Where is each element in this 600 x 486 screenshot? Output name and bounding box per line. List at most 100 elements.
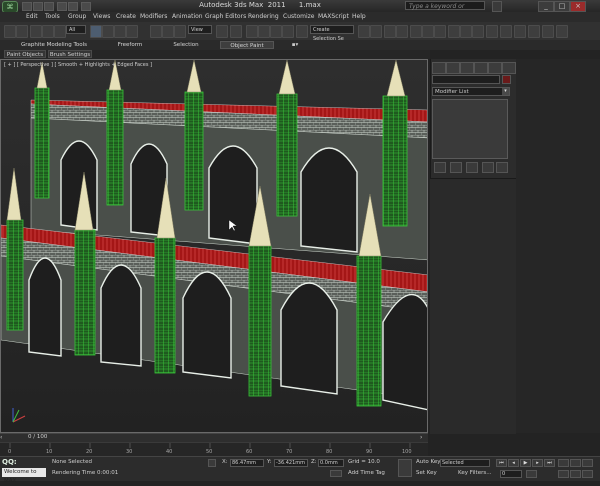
redo-toolbar-icon[interactable] <box>16 25 28 38</box>
schematic-view-icon[interactable] <box>422 25 434 38</box>
previous-frame-icon[interactable]: ◂ <box>508 459 519 467</box>
render-production-icon[interactable] <box>472 25 484 38</box>
align-icon[interactable] <box>370 25 382 38</box>
paint-objects-tab[interactable]: Paint Objects <box>4 50 46 58</box>
link-icon[interactable] <box>30 25 42 38</box>
menu-rendering[interactable]: Rendering <box>248 12 279 22</box>
show-end-result-icon[interactable] <box>450 162 462 173</box>
window-crossing-icon[interactable] <box>126 25 138 38</box>
remove-modifier-icon[interactable] <box>482 162 494 173</box>
rect-selection-icon[interactable] <box>114 25 126 38</box>
effects-icon[interactable] <box>528 25 540 38</box>
tab-selection[interactable]: Selection <box>166 41 206 49</box>
key-filters-button[interactable]: Key Filters... <box>458 470 491 476</box>
add-time-tag[interactable]: Add Time Tag <box>348 470 385 476</box>
edit-named-selection-icon[interactable] <box>296 25 308 38</box>
pivot-center-icon[interactable] <box>216 25 228 38</box>
viewport-label[interactable]: [ + ] [ Perspective ] [ Smooth + Highlig… <box>4 62 152 68</box>
lock-selection-icon[interactable] <box>208 459 216 467</box>
snaps-toggle-icon[interactable] <box>246 25 258 38</box>
percent-snap-icon[interactable] <box>270 25 282 38</box>
render-setup-icon[interactable] <box>448 25 460 38</box>
tab-object-paint[interactable]: Object Paint <box>220 41 274 49</box>
menu-animation[interactable]: Animation <box>172 12 203 22</box>
menu-tools[interactable]: Tools <box>45 12 60 22</box>
curve-editor-icon[interactable] <box>410 25 422 38</box>
close-button[interactable]: × <box>570 1 586 12</box>
prev-frame-icon[interactable]: ‹ <box>0 434 8 442</box>
go-to-end-icon[interactable]: ⏭ <box>544 459 555 467</box>
menu-edit[interactable]: Edit <box>26 12 38 22</box>
go-to-start-icon[interactable]: ⏮ <box>496 459 507 467</box>
modifier-list-dropdown[interactable]: Modifier List <box>432 87 510 96</box>
menu-customize[interactable]: Customize <box>283 12 315 22</box>
open-file-icon[interactable] <box>33 2 43 11</box>
set-key-button[interactable]: Set Key <box>416 470 437 476</box>
chevron-down-icon[interactable]: ▾ <box>502 88 509 95</box>
pin-stack-icon[interactable] <box>434 162 446 173</box>
menu-create[interactable]: Create <box>116 12 136 22</box>
z-coordinate-field[interactable]: 0.0mm <box>318 459 344 467</box>
video-post-icon[interactable] <box>542 25 554 38</box>
bind-space-warp-icon[interactable] <box>54 25 66 38</box>
x-coordinate-field[interactable]: 86.47mm <box>230 459 264 467</box>
rendered-frame-icon[interactable] <box>460 25 472 38</box>
brush-settings-tab[interactable]: Brush Settings <box>48 50 92 58</box>
project-folder-icon[interactable] <box>81 2 91 11</box>
select-by-name-icon[interactable] <box>102 25 114 38</box>
unlink-icon[interactable] <box>42 25 54 38</box>
search-input[interactable]: Type a keyword or phrase <box>405 1 485 19</box>
save-file-icon[interactable] <box>44 2 54 11</box>
reference-coordinate-dropdown[interactable]: View <box>188 25 212 34</box>
zoom-icon[interactable] <box>558 459 569 467</box>
menu-graph-editors[interactable]: Graph Editors <box>205 12 246 22</box>
selection-filter-dropdown[interactable]: All <box>66 25 86 34</box>
y-coordinate-field[interactable]: -36.421mm <box>274 459 308 467</box>
auto-key-button[interactable]: Auto Key <box>416 459 441 465</box>
time-slider-label[interactable]: 0 / 100 <box>28 434 47 440</box>
menu-maxscript[interactable]: MAXScript <box>318 12 349 22</box>
zoom-extents-icon[interactable] <box>558 470 569 478</box>
maximize-viewport-icon[interactable] <box>582 470 593 478</box>
set-key-icon[interactable] <box>398 459 412 477</box>
pan-view-icon[interactable] <box>570 459 581 467</box>
create-tab-icon[interactable] <box>432 62 446 74</box>
named-selection-dropdown[interactable]: Create Selection Se <box>310 25 354 42</box>
time-configuration-icon[interactable] <box>526 470 537 478</box>
next-key-icon[interactable]: ▸ <box>532 459 543 467</box>
key-mode-dropdown[interactable]: Selected <box>440 459 490 467</box>
menu-modifiers[interactable]: Modifiers <box>140 12 167 22</box>
angle-snap-icon[interactable] <box>258 25 270 38</box>
maxscript-listener[interactable]: Welcome to MAX <box>2 468 46 484</box>
teapot-render-icon[interactable] <box>556 25 568 38</box>
menu-views[interactable]: Views <box>93 12 110 22</box>
environment-icon[interactable] <box>514 25 526 38</box>
object-name-field[interactable] <box>432 75 500 84</box>
ribbon-options-icon[interactable]: ▪▾ <box>288 41 302 49</box>
layer-manager-icon[interactable] <box>384 25 396 38</box>
undo-icon[interactable] <box>57 2 67 11</box>
rotate-icon[interactable] <box>162 25 174 38</box>
tab-graphite-modeling-tools[interactable]: Graphite Modeling Tools <box>18 41 90 49</box>
mirror-icon[interactable] <box>358 25 370 38</box>
modify-tab-icon[interactable] <box>446 62 460 74</box>
scale-icon[interactable] <box>174 25 186 38</box>
redo-icon[interactable] <box>68 2 78 11</box>
tab-freeform[interactable]: Freeform <box>110 41 150 49</box>
perspective-viewport[interactable]: [ + ] [ Perspective ] [ Smooth + Highlig… <box>0 59 428 433</box>
time-tag-icon[interactable] <box>330 470 342 477</box>
display-tab-icon[interactable] <box>488 62 502 74</box>
make-unique-icon[interactable] <box>466 162 478 173</box>
motion-tab-icon[interactable] <box>474 62 488 74</box>
move-icon[interactable] <box>150 25 162 38</box>
undo-toolbar-icon[interactable] <box>4 25 16 38</box>
graphite-toggle-icon[interactable] <box>396 25 408 38</box>
render-teapot-icon[interactable] <box>500 25 512 38</box>
activeshade-icon[interactable] <box>486 25 498 38</box>
orbit-icon[interactable] <box>582 459 593 467</box>
hierarchy-tab-icon[interactable] <box>460 62 474 74</box>
current-frame-field[interactable]: 0 <box>500 470 522 478</box>
search-icon[interactable] <box>492 1 502 12</box>
new-file-icon[interactable] <box>22 2 32 11</box>
field-of-view-icon[interactable] <box>570 470 581 478</box>
